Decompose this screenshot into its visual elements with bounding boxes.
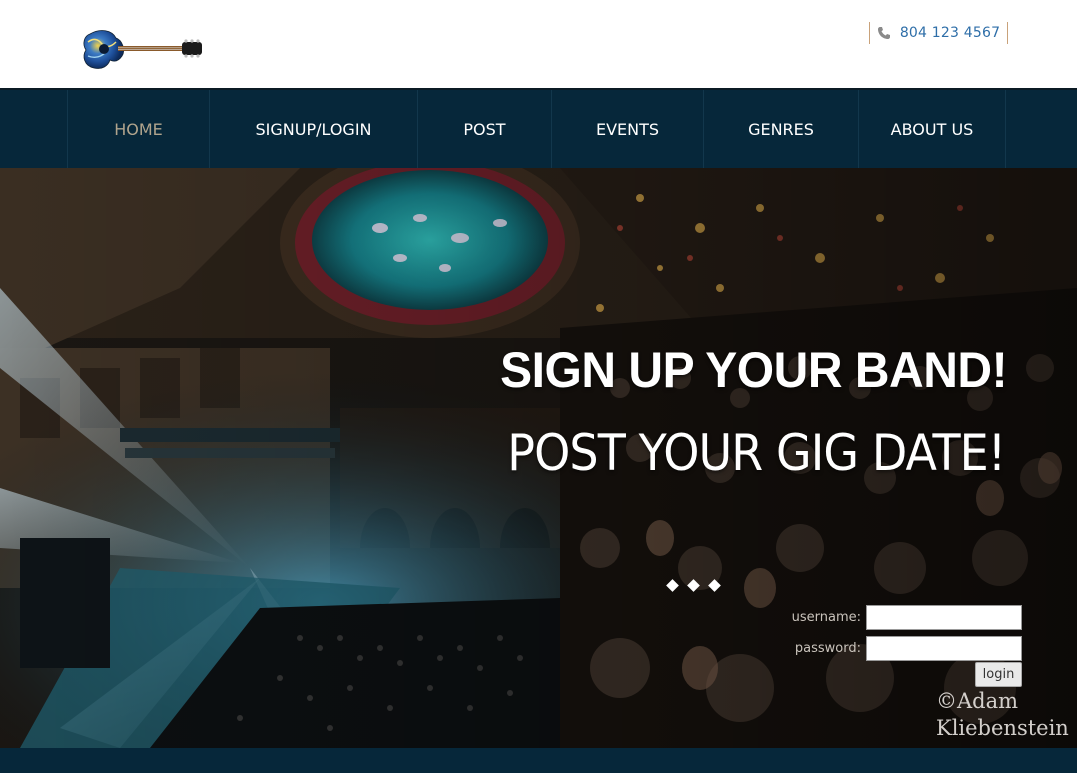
login-button[interactable]: login xyxy=(975,662,1022,687)
nav-post[interactable]: POST xyxy=(417,90,551,168)
main-nav: HOME SIGNUP/LOGIN POST EVENTS GENRES ABO… xyxy=(0,88,1077,168)
password-row: password: xyxy=(760,635,1022,662)
nav-about-us[interactable]: ABOUT US xyxy=(858,90,1006,168)
username-label: username: xyxy=(791,610,861,625)
username-row: username: xyxy=(760,604,1022,631)
nav-home[interactable]: HOME xyxy=(67,90,209,168)
phone-icon xyxy=(877,27,890,39)
hero-subline: POST YOUR GIG DATE! xyxy=(506,424,1006,482)
photo-credit: ©Adam Kliebenstein xyxy=(936,688,1069,742)
hero-slider: SIGN UP YOUR BAND! POST YOUR GIG DATE! u… xyxy=(0,168,1077,748)
nav-items: HOME SIGNUP/LOGIN POST EVENTS GENRES ABO… xyxy=(67,90,1006,168)
hero-headline: SIGN UP YOUR BAND! xyxy=(500,342,1007,398)
login-form: username: password: login xyxy=(760,604,1022,687)
nav-genres[interactable]: GENRES xyxy=(703,90,858,168)
password-input[interactable] xyxy=(866,636,1022,661)
footer-strip xyxy=(0,748,1077,773)
photo-credit-line1: ©Adam xyxy=(936,689,1019,713)
nav-events[interactable]: EVENTS xyxy=(551,90,703,168)
guitar-logo[interactable] xyxy=(82,22,206,72)
photo-credit-line2: Kliebenstein xyxy=(936,716,1069,740)
password-label: password: xyxy=(794,641,861,656)
phone-number[interactable]: 804 123 4567 xyxy=(900,25,1000,41)
slider-dot-2[interactable] xyxy=(687,579,700,592)
site-header: 804 123 4567 xyxy=(0,0,1077,88)
nav-signup-login[interactable]: SIGNUP/LOGIN xyxy=(209,90,417,168)
username-input[interactable] xyxy=(866,605,1022,630)
slider-dot-1[interactable] xyxy=(666,579,679,592)
slider-dots xyxy=(666,579,721,592)
phone-contact: 804 123 4567 xyxy=(869,22,1008,44)
slider-dot-3[interactable] xyxy=(708,579,721,592)
